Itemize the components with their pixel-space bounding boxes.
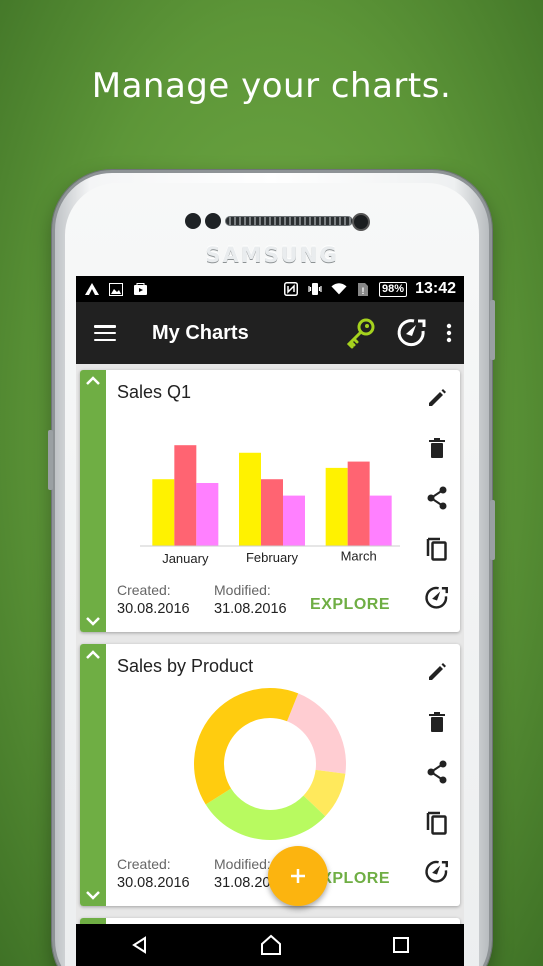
power-button [490,300,495,360]
bar [174,445,197,546]
card-actions [424,386,450,610]
image-icon [108,282,124,296]
card-title: Sales Q1 [117,382,192,402]
bar [325,467,348,546]
share-icon[interactable] [424,760,450,784]
sensor-dot [205,213,221,229]
nfc-icon [283,282,299,296]
phone-screen: ! 98% 13:42 My Charts Sales Q1 January F… [76,276,464,966]
wifi-icon [331,282,347,296]
chevron-up-icon[interactable] [86,650,100,659]
explore-icon[interactable] [396,317,428,349]
svg-text:!: ! [362,286,365,296]
explore-button[interactable]: EXPLORE [310,596,390,614]
front-camera [352,213,370,231]
copy-icon[interactable] [424,810,450,835]
bar [239,452,261,546]
plus-icon [291,869,305,883]
bar [369,495,392,546]
card-collapse-strip[interactable] [80,370,106,632]
home-icon[interactable] [259,934,283,956]
more-vert-icon[interactable] [446,323,452,343]
card-collapse-strip[interactable] [80,644,106,906]
modified-label: Modified: [214,582,271,598]
status-bar: ! 98% 13:42 [76,276,464,302]
bar [152,479,175,546]
created-info: Created: 30.08.2016 [117,582,190,617]
system-nav-bar [76,924,464,966]
copy-icon[interactable] [424,536,450,561]
sensor-dot [185,213,201,229]
chevron-up-icon[interactable] [86,376,100,385]
device-brand: SAMSUNG [205,243,339,267]
delete-icon[interactable] [424,710,450,734]
pie-slice [193,688,299,805]
card-title: Sales by Product [117,656,254,676]
share-icon[interactable] [424,486,450,510]
created-label: Created: [117,856,171,872]
created-date: 30.08.2016 [117,875,190,891]
status-time: 13:42 [415,280,456,297]
chart-card[interactable]: Sales Q1 January February March Created: 3… [80,370,460,632]
volume-button [48,430,53,490]
add-chart-button[interactable] [268,846,328,906]
battery-indicator: 98% [379,281,408,297]
card-actions [424,660,450,884]
x-tick-label: March [341,549,377,564]
bar [196,483,219,546]
app-bar: My Charts [76,302,464,364]
created-date: 30.08.2016 [117,601,190,617]
bar-chart: January February March [140,445,400,566]
created-label: Created: [117,582,171,598]
vibrate-icon [307,282,323,296]
edit-icon[interactable] [424,660,450,684]
store-icon [132,282,148,296]
created-info: Created: 30.08.2016 [117,856,190,891]
chevron-down-icon[interactable] [86,891,100,900]
x-tick-label: February [246,550,299,565]
explore-icon[interactable] [424,586,450,610]
earpiece-speaker [225,216,353,226]
bar [283,495,305,546]
recents-icon[interactable] [392,936,410,954]
delete-icon[interactable] [424,436,450,460]
bar [347,461,370,546]
page-title: My Charts [152,321,249,344]
notification-icon [84,282,100,296]
bar [261,479,283,546]
donut-chart [193,688,346,840]
back-icon[interactable] [130,935,150,955]
modified-date: 31.08.2016 [214,601,287,617]
headline: Manage your charts. [91,66,452,106]
chevron-down-icon[interactable] [86,617,100,626]
key-icon[interactable] [344,316,378,350]
no-sim-icon: ! [355,282,371,296]
modified-label: Modified: [214,856,271,872]
menu-icon[interactable] [94,325,116,341]
modified-info: Modified: 31.08.2016 [214,582,287,617]
pie-slice [287,693,346,774]
explore-icon[interactable] [424,860,450,884]
chart-list: Sales Q1 January February March Created: 3… [76,364,464,966]
side-button [490,500,495,560]
x-tick-label: January [162,551,209,566]
edit-icon[interactable] [424,386,450,410]
